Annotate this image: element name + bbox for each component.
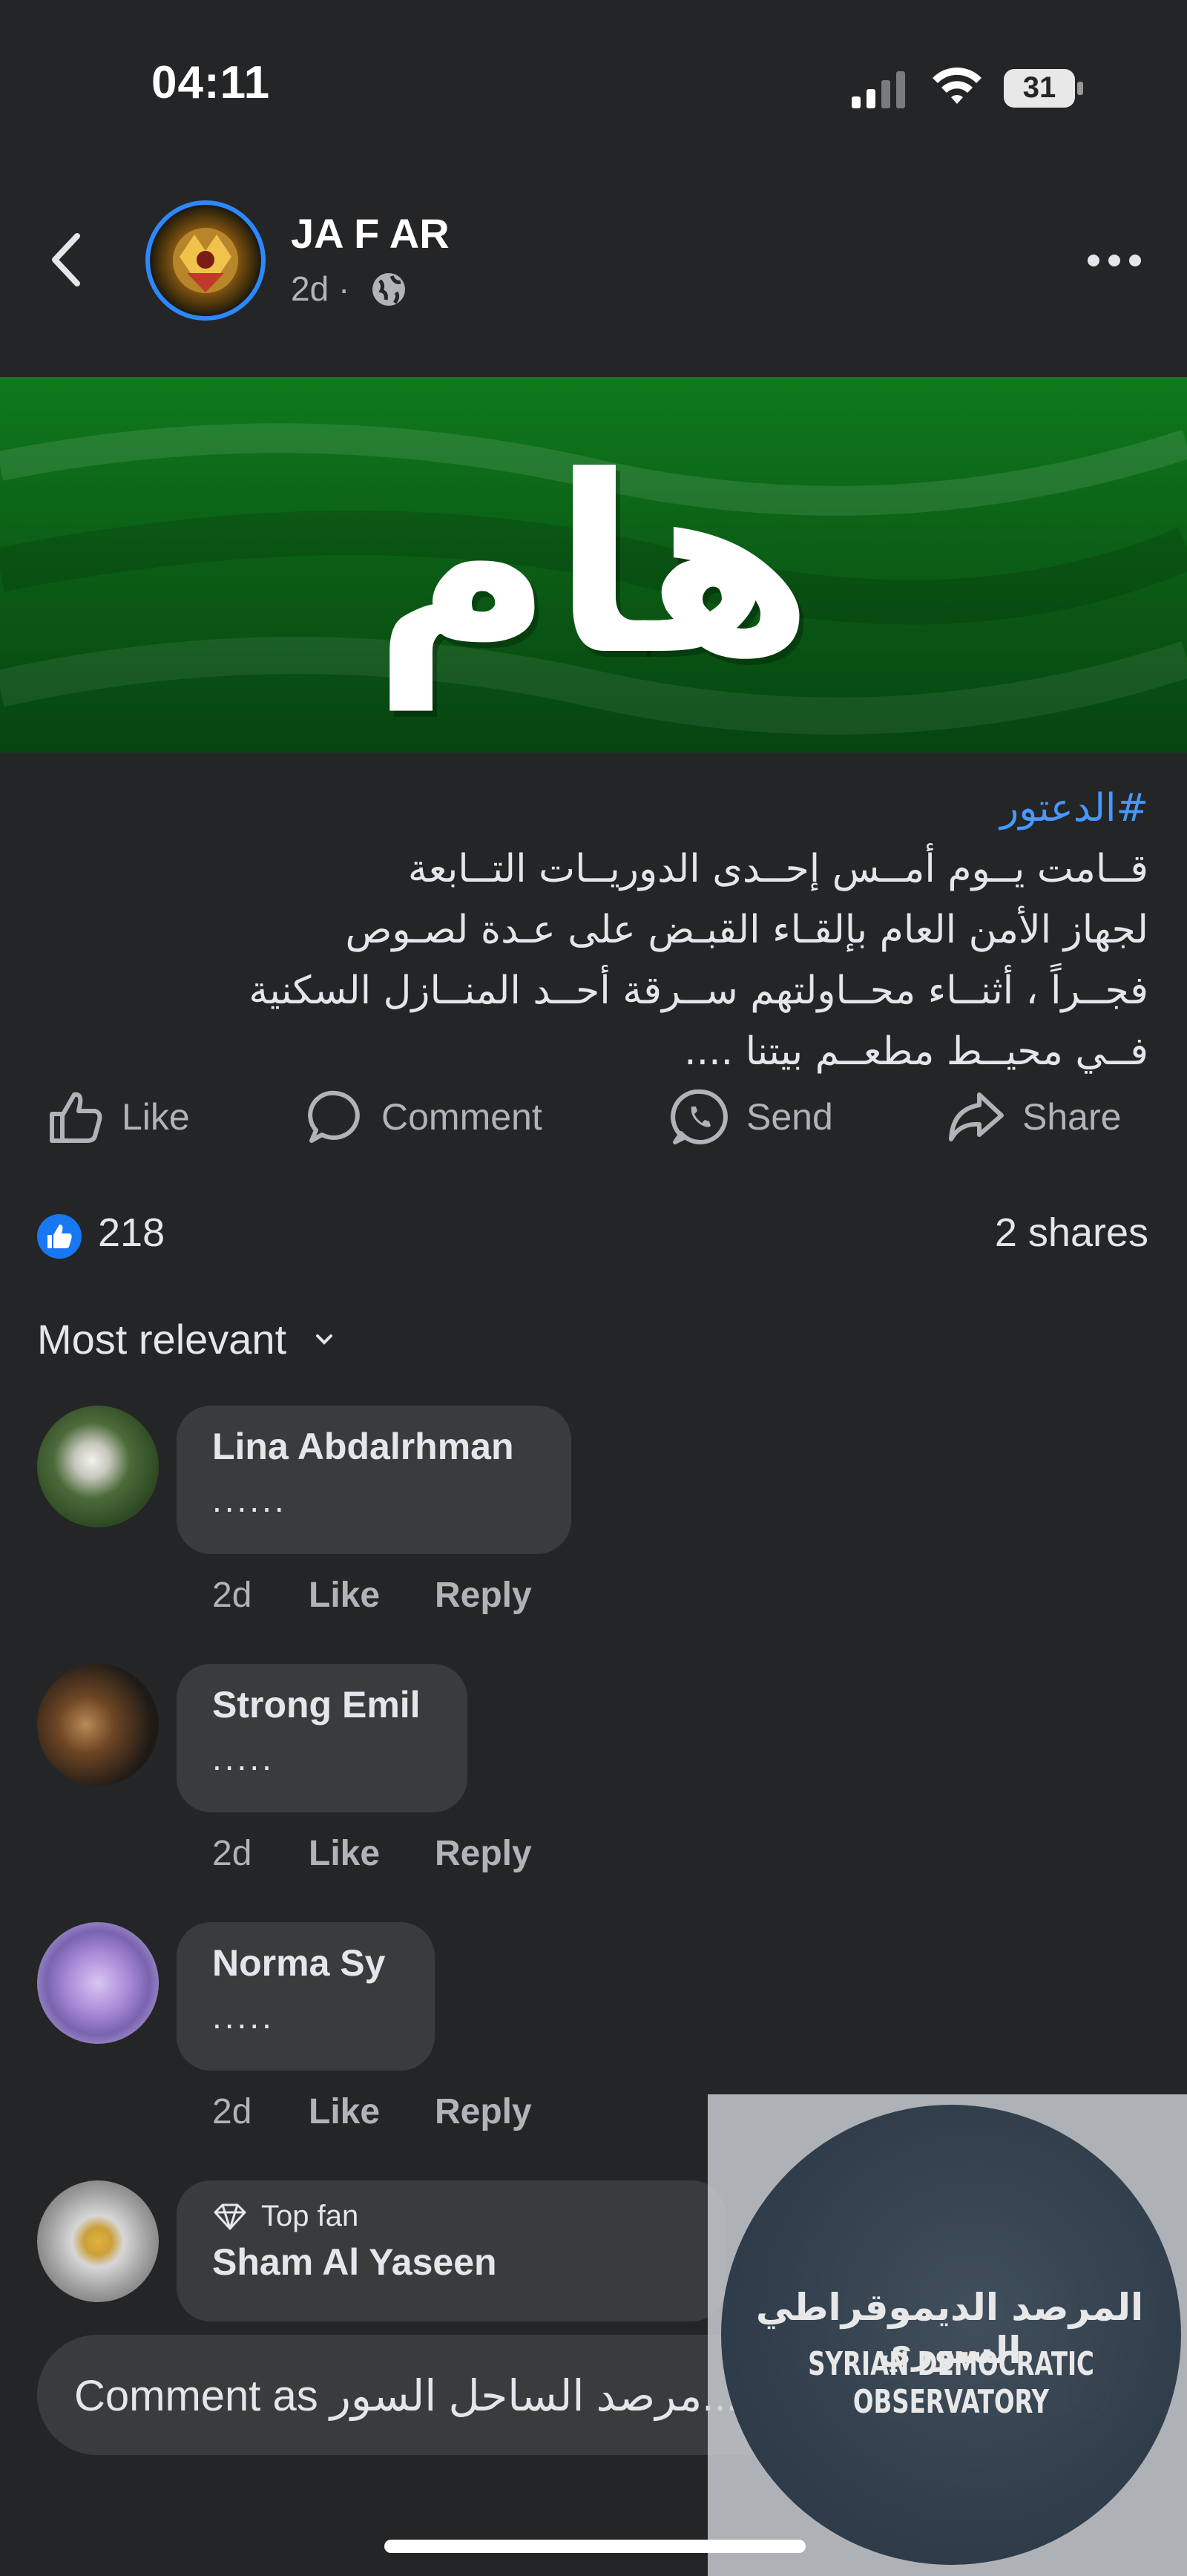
thumbs-up-icon bbox=[50, 1092, 102, 1143]
commenter-avatar[interactable] bbox=[37, 1922, 159, 2044]
status-time: 04:11 bbox=[151, 57, 271, 108]
comment-time: 2d bbox=[212, 1576, 252, 1615]
banner-title: هام bbox=[372, 424, 815, 709]
reaction-count[interactable]: 218 bbox=[98, 1210, 165, 1256]
like-label: Like bbox=[122, 1096, 190, 1138]
commenter-avatar[interactable] bbox=[37, 2180, 159, 2302]
shares-count[interactable]: 2 shares bbox=[995, 1210, 1148, 1256]
comment-bubble: Top fan Sham Al Yaseen bbox=[177, 2180, 726, 2321]
avatar-emblem-icon bbox=[173, 228, 238, 293]
commenter-avatar[interactable] bbox=[37, 1406, 159, 1527]
top-fan-badge: Top fan bbox=[212, 2200, 690, 2233]
whatsapp-icon bbox=[671, 1089, 728, 1144]
post-image-banner[interactable]: هام bbox=[0, 377, 1187, 753]
comment-reply-button[interactable]: Reply bbox=[435, 1575, 532, 1616]
share-arrow-icon bbox=[949, 1092, 1004, 1141]
comment-bubble: Norma Sy ..... bbox=[177, 1922, 435, 2071]
like-reaction-icon[interactable] bbox=[37, 1214, 82, 1259]
send-button[interactable]: Send bbox=[671, 1085, 833, 1149]
battery-icon: 31 bbox=[1003, 68, 1085, 108]
comment-reply-button[interactable]: Reply bbox=[435, 2091, 532, 2132]
commenter-name[interactable]: Strong Emil bbox=[212, 1683, 432, 1726]
commenter-name[interactable]: Sham Al Yaseen bbox=[212, 2241, 690, 2284]
share-label: Share bbox=[1022, 1096, 1122, 1138]
wifi-icon bbox=[933, 68, 982, 104]
commenter-name[interactable]: Norma Sy bbox=[212, 1941, 399, 1985]
sort-label: Most relevant bbox=[37, 1316, 287, 1363]
share-button[interactable]: Share bbox=[947, 1085, 1121, 1149]
author-avatar[interactable] bbox=[145, 200, 266, 321]
comment-sort-dropdown[interactable]: Most relevant bbox=[37, 1315, 337, 1363]
comment-label: Comment bbox=[381, 1096, 542, 1138]
comment-like-button[interactable]: Like bbox=[309, 1575, 435, 1616]
comment-time: 2d bbox=[212, 1834, 252, 1873]
globe-icon bbox=[372, 273, 405, 306]
comment-like-button[interactable]: Like bbox=[309, 1833, 435, 1874]
comment-meta: 2d Like Reply bbox=[212, 1833, 532, 1874]
comment-meta: 2d Like Reply bbox=[212, 2091, 532, 2132]
comment-text: ..... bbox=[212, 1739, 274, 1777]
cellular-signal-icon bbox=[852, 71, 905, 108]
watermark-english-text: SYRIAN DEMOCRATIC OBSERVATORY bbox=[808, 2345, 1094, 2421]
commenter-avatar[interactable] bbox=[37, 1664, 159, 1786]
comment-bubble: Strong Emil ..... bbox=[177, 1664, 467, 1812]
top-fan-label: Top fan bbox=[261, 2200, 359, 2232]
post-hashtag[interactable]: #الدعتور bbox=[21, 778, 1148, 839]
comment-text: ...... bbox=[212, 1481, 287, 1519]
post-text: #الدعتور قــامت يــوم أمــس إحــدى الدور… bbox=[21, 778, 1148, 1082]
comment-bubble: Lina Abdalrhman ...... bbox=[177, 1406, 571, 1554]
commenter-name[interactable]: Lina Abdalrhman bbox=[212, 1425, 536, 1468]
post-text-line: فجــراً ، أثنــاء محــاولتهم ســرقة أحــ… bbox=[249, 969, 1148, 1013]
comment-meta: 2d Like Reply bbox=[212, 1575, 532, 1616]
chevron-down-icon bbox=[316, 1334, 333, 1345]
comment-input-placeholder: Comment as مرصد الساحل السور... bbox=[74, 2372, 738, 2420]
post-timestamp[interactable]: 2d · bbox=[291, 269, 349, 309]
battery-level: 31 bbox=[1022, 71, 1056, 104]
post-text-line: قــامت يــوم أمــس إحــدى الدوريــات الت… bbox=[407, 847, 1148, 891]
comment-reply-button[interactable]: Reply bbox=[435, 1833, 532, 1874]
back-arrow-icon[interactable] bbox=[45, 230, 89, 289]
more-options-icon[interactable] bbox=[1085, 249, 1144, 272]
home-indicator[interactable] bbox=[384, 2540, 806, 2553]
post-author-name[interactable]: JA F AR bbox=[291, 209, 450, 258]
comment-bubble-icon bbox=[308, 1090, 360, 1143]
post-text-line: فــي محيــط مطعــم بيتنا .... bbox=[684, 1029, 1148, 1074]
comment-text: ..... bbox=[212, 1997, 274, 2036]
send-label: Send bbox=[746, 1096, 833, 1138]
comment-time: 2d bbox=[212, 2092, 252, 2131]
comment-like-button[interactable]: Like bbox=[309, 2091, 435, 2132]
comment-button[interactable]: Comment bbox=[306, 1085, 542, 1149]
diamond-icon bbox=[214, 2203, 246, 2229]
like-button[interactable]: Like bbox=[46, 1085, 190, 1149]
post-text-line: لجهاز الأمن العام بإلقـاء القبـض على عـد… bbox=[345, 908, 1148, 952]
